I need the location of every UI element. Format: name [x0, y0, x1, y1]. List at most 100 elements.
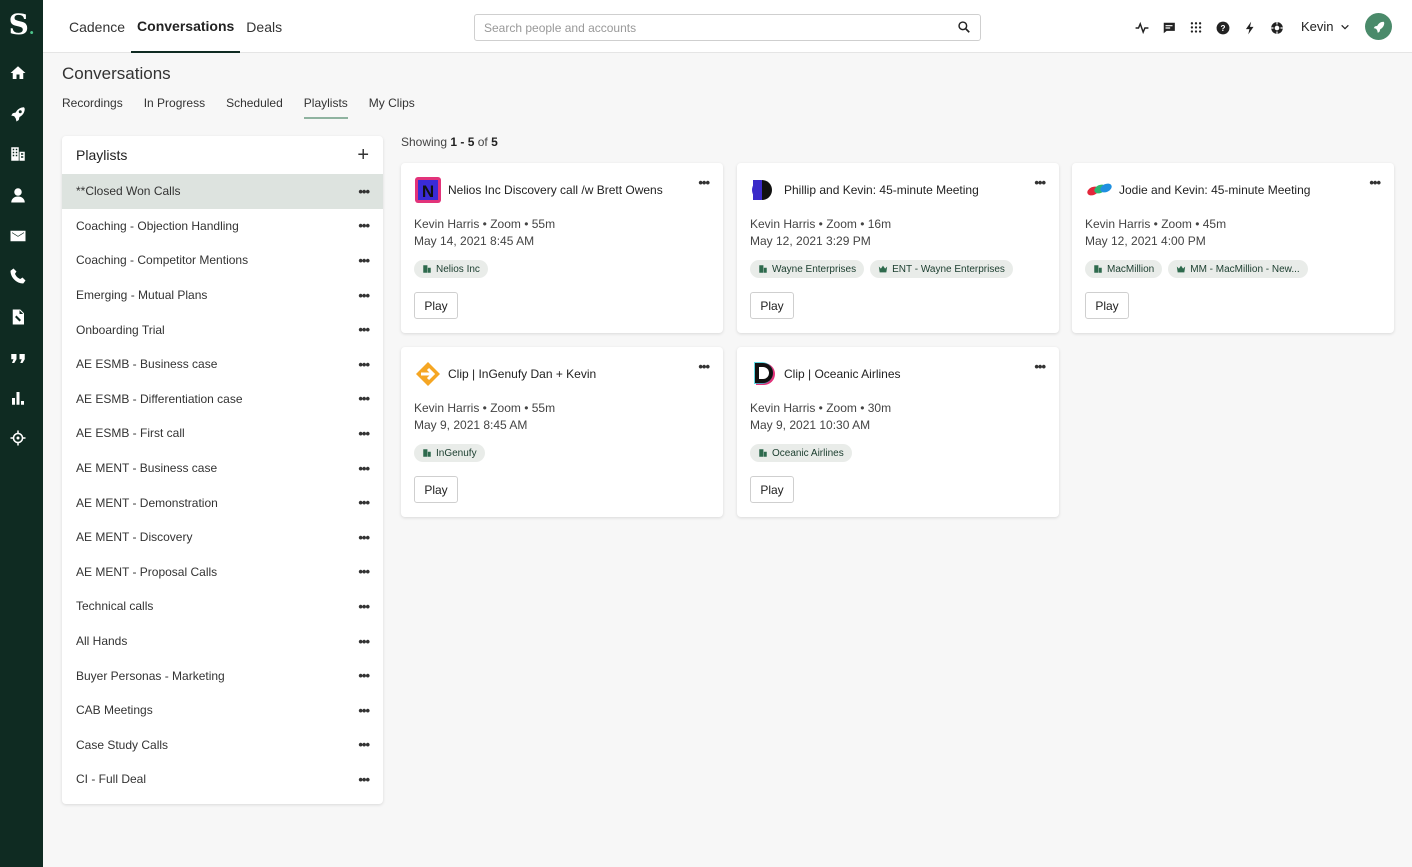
- account-chip[interactable]: InGenufy: [414, 444, 485, 462]
- more-options-icon[interactable]: •••: [358, 184, 370, 199]
- playlist-item[interactable]: Technical calls •••: [62, 589, 383, 624]
- search-input[interactable]: [475, 15, 945, 40]
- tab-my-clips[interactable]: My Clips: [369, 96, 415, 119]
- playlist-item[interactable]: AE ESMB - Differentiation case •••: [62, 382, 383, 417]
- card-title[interactable]: Clip | Oceanic Airlines: [784, 367, 901, 381]
- chat-icon[interactable]: [1160, 19, 1177, 36]
- play-button[interactable]: Play: [750, 292, 794, 319]
- top-nav: Cadence Conversations Deals: [63, 0, 288, 53]
- activity-icon[interactable]: [1133, 19, 1150, 36]
- bolt-icon[interactable]: [1241, 19, 1258, 36]
- salesloft-logo[interactable]: S.: [0, 8, 43, 41]
- more-options-icon[interactable]: •••: [358, 564, 370, 579]
- search-icon[interactable]: [957, 20, 971, 34]
- more-options-icon[interactable]: •••: [358, 218, 370, 233]
- playlist-item[interactable]: **Closed Won Calls •••: [62, 174, 383, 209]
- nav-conversations[interactable]: Conversations: [131, 0, 241, 53]
- more-options-icon[interactable]: •••: [358, 357, 370, 372]
- more-options-icon[interactable]: •••: [698, 175, 710, 190]
- more-options-icon[interactable]: •••: [358, 634, 370, 649]
- more-options-icon[interactable]: •••: [358, 391, 370, 406]
- more-options-icon[interactable]: •••: [358, 737, 370, 752]
- home-icon[interactable]: [7, 62, 29, 84]
- user-menu[interactable]: Kevin: [1301, 19, 1350, 34]
- card-title[interactable]: Nelios Inc Discovery call /w Brett Owens: [448, 183, 663, 197]
- play-button[interactable]: Play: [1085, 292, 1129, 319]
- playlist-item[interactable]: Coaching - Competitor Mentions •••: [62, 243, 383, 278]
- nav-deals[interactable]: Deals: [240, 0, 288, 53]
- nav-cadence[interactable]: Cadence: [63, 0, 131, 53]
- more-options-icon[interactable]: •••: [1369, 175, 1381, 190]
- more-options-icon[interactable]: •••: [358, 703, 370, 718]
- accounts-icon[interactable]: [7, 143, 29, 165]
- card-meta: Kevin Harris • Zoom • 45m May 12, 2021 4:…: [1085, 217, 1227, 248]
- play-button[interactable]: Play: [750, 476, 794, 503]
- avatar[interactable]: [1365, 13, 1392, 40]
- recording-card[interactable]: Jodie and Kevin: 45-minute Meeting ••• K…: [1072, 163, 1394, 333]
- play-button[interactable]: Play: [414, 476, 458, 503]
- document-icon[interactable]: [7, 306, 29, 328]
- more-options-icon[interactable]: •••: [698, 359, 710, 374]
- people-icon[interactable]: [7, 184, 29, 206]
- playlist-item[interactable]: Coaching - Objection Handling •••: [62, 209, 383, 244]
- tab-recordings[interactable]: Recordings: [62, 96, 123, 119]
- playlist-item[interactable]: Case Study Calls •••: [62, 728, 383, 763]
- settings-icon[interactable]: [1268, 19, 1285, 36]
- playlist-item[interactable]: AE MENT - Business case •••: [62, 451, 383, 486]
- card-meta: Kevin Harris • Zoom • 30m May 9, 2021 10:…: [750, 401, 892, 432]
- rocket-icon[interactable]: [7, 103, 29, 125]
- playlists-header: Playlists +: [62, 136, 383, 174]
- card-title[interactable]: Phillip and Kevin: 45-minute Meeting: [784, 183, 979, 197]
- more-options-icon[interactable]: •••: [1034, 359, 1046, 374]
- target-icon[interactable]: [7, 427, 29, 449]
- tab-playlists[interactable]: Playlists: [303, 96, 348, 119]
- quote-icon[interactable]: [7, 346, 29, 368]
- more-options-icon[interactable]: •••: [1034, 175, 1046, 190]
- playlist-item[interactable]: AE MENT - Discovery •••: [62, 520, 383, 555]
- apps-grid-icon[interactable]: [1187, 19, 1204, 36]
- svg-text:?: ?: [1220, 23, 1225, 32]
- more-options-icon[interactable]: •••: [358, 599, 370, 614]
- playlist-item[interactable]: CAB Meetings •••: [62, 693, 383, 728]
- analytics-icon[interactable]: [7, 387, 29, 409]
- more-options-icon[interactable]: •••: [358, 772, 370, 787]
- recording-card[interactable]: Clip | InGenufy Dan + Kevin ••• Kevin Ha…: [401, 347, 723, 517]
- account-chip[interactable]: Wayne Enterprises: [750, 260, 865, 278]
- more-options-icon[interactable]: •••: [358, 668, 370, 683]
- playlist-item[interactable]: AE MENT - Demonstration •••: [62, 485, 383, 520]
- playlist-item[interactable]: Buyer Personas - Marketing •••: [62, 658, 383, 693]
- opportunity-chip[interactable]: MM - MacMillion - New...: [1168, 260, 1308, 278]
- recording-card[interactable]: Phillip and Kevin: 45-minute Meeting •••…: [737, 163, 1059, 333]
- phone-icon[interactable]: [7, 265, 29, 287]
- playlist-item[interactable]: Emerging - Mutual Plans •••: [62, 278, 383, 313]
- tab-scheduled[interactable]: Scheduled: [226, 96, 283, 119]
- more-options-icon[interactable]: •••: [358, 530, 370, 545]
- playlist-item[interactable]: AE ESMB - Business case •••: [62, 347, 383, 382]
- card-title[interactable]: Clip | InGenufy Dan + Kevin: [448, 367, 596, 381]
- playlist-item[interactable]: AE ESMB - First call •••: [62, 416, 383, 451]
- playlist-item[interactable]: AE MENT - Proposal Calls •••: [62, 555, 383, 590]
- more-options-icon[interactable]: •••: [358, 495, 370, 510]
- more-options-icon[interactable]: •••: [358, 426, 370, 441]
- playlist-item[interactable]: Onboarding Trial •••: [62, 312, 383, 347]
- more-options-icon[interactable]: •••: [358, 461, 370, 476]
- playlist-item[interactable]: All Hands •••: [62, 624, 383, 659]
- card-title[interactable]: Jodie and Kevin: 45-minute Meeting: [1119, 183, 1310, 197]
- account-chip[interactable]: MacMillion: [1085, 260, 1163, 278]
- recording-card[interactable]: N Nelios Inc Discovery call /w Brett Owe…: [401, 163, 723, 333]
- opportunity-chip[interactable]: ENT - Wayne Enterprises: [870, 260, 1013, 278]
- play-button[interactable]: Play: [414, 292, 458, 319]
- add-playlist-button[interactable]: +: [357, 145, 369, 165]
- recording-card[interactable]: Clip | Oceanic Airlines ••• Kevin Harris…: [737, 347, 1059, 517]
- email-icon[interactable]: [7, 225, 29, 247]
- card-meta: Kevin Harris • Zoom • 16m May 12, 2021 3:…: [750, 217, 892, 248]
- account-chip[interactable]: Nelios Inc: [414, 260, 488, 278]
- more-options-icon[interactable]: •••: [358, 288, 370, 303]
- more-options-icon[interactable]: •••: [358, 253, 370, 268]
- more-options-icon[interactable]: •••: [358, 322, 370, 337]
- account-chip[interactable]: Oceanic Airlines: [750, 444, 852, 462]
- tab-in-progress[interactable]: In Progress: [144, 96, 205, 119]
- playlist-item[interactable]: CI - Full Deal •••: [62, 762, 383, 797]
- top-bar: Cadence Conversations Deals ? Kevin: [43, 0, 1412, 53]
- help-icon[interactable]: ?: [1214, 19, 1231, 36]
